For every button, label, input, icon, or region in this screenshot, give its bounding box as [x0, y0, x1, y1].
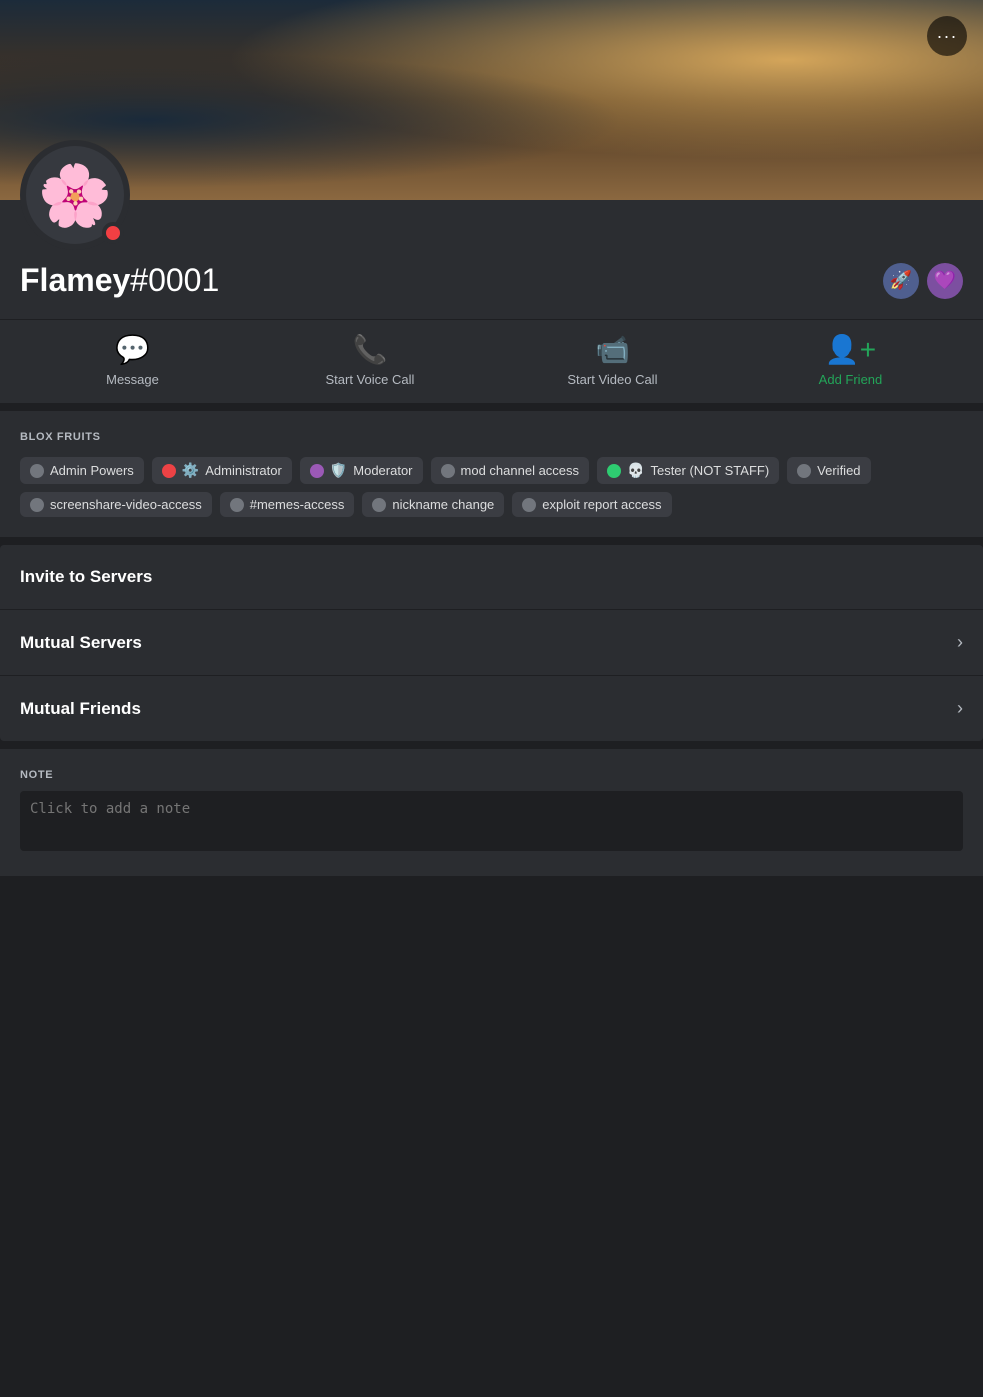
roles-section: BLOX FRUITS Admin Powers ⚙️ Administrato…	[0, 411, 983, 537]
more-options-button[interactable]: ···	[927, 16, 967, 56]
role-label: mod channel access	[461, 463, 580, 478]
profile-section: 🌸 Flamey#0001 🚀 💜	[0, 200, 983, 319]
note-input[interactable]	[20, 791, 963, 851]
add-friend-button[interactable]: 👤+ Add Friend	[810, 336, 890, 387]
role-emoji: 🛡️	[330, 462, 347, 479]
roles-grid: Admin Powers ⚙️ Administrator 🛡️ Moderat…	[20, 457, 963, 517]
video-call-icon: 📹	[595, 336, 630, 364]
username: Flamey#0001	[20, 262, 219, 299]
role-verified[interactable]: Verified	[787, 457, 870, 484]
role-mod-channel[interactable]: mod channel access	[431, 457, 590, 484]
chevron-right-icon: ›	[957, 632, 963, 653]
collapsible-section: Invite to Servers Mutual Servers › Mutua…	[0, 545, 983, 741]
role-nickname-change[interactable]: nickname change	[362, 492, 504, 517]
role-label: Admin Powers	[50, 463, 134, 478]
avatar-wrapper: 🌸	[20, 140, 130, 250]
role-dot	[797, 464, 811, 478]
role-label: Tester (NOT STAFF)	[650, 463, 769, 478]
banner-background	[0, 0, 983, 200]
add-friend-icon: 👤+	[825, 336, 876, 364]
mutual-servers-item[interactable]: Mutual Servers ›	[0, 610, 983, 676]
role-dot	[30, 498, 44, 512]
role-memes-access[interactable]: #memes-access	[220, 492, 355, 517]
role-dot	[372, 498, 386, 512]
message-label: Message	[106, 372, 159, 387]
role-exploit-report[interactable]: exploit report access	[512, 492, 671, 517]
role-dot	[607, 464, 621, 478]
profile-banner: ···	[0, 0, 983, 200]
message-icon: 💬	[115, 336, 150, 364]
invite-to-servers-label: Invite to Servers	[20, 567, 152, 587]
voice-call-button[interactable]: 📞 Start Voice Call	[326, 336, 415, 387]
role-emoji: ⚙️	[182, 462, 199, 479]
badges-row: 🚀 💜	[883, 263, 963, 299]
roles-title: BLOX FRUITS	[20, 431, 963, 443]
role-dot	[230, 498, 244, 512]
role-screenshare[interactable]: screenshare-video-access	[20, 492, 212, 517]
add-friend-label: Add Friend	[819, 372, 883, 387]
role-dot	[162, 464, 176, 478]
role-label: exploit report access	[542, 497, 661, 512]
mutual-servers-label: Mutual Servers	[20, 633, 142, 653]
mutual-friends-label: Mutual Friends	[20, 699, 141, 719]
note-title: NOTE	[20, 769, 963, 781]
status-indicator	[102, 222, 124, 244]
voice-call-label: Start Voice Call	[326, 372, 415, 387]
role-label: #memes-access	[250, 497, 345, 512]
role-label: Verified	[817, 463, 860, 478]
role-label: nickname change	[392, 497, 494, 512]
role-label: Administrator	[205, 463, 282, 478]
boost-badge: 💜	[927, 263, 963, 299]
nitro-badge: 🚀	[883, 263, 919, 299]
video-call-label: Start Video Call	[567, 372, 657, 387]
role-admin-powers[interactable]: Admin Powers	[20, 457, 144, 484]
voice-call-icon: 📞	[353, 336, 388, 364]
role-dot	[30, 464, 44, 478]
mutual-friends-item[interactable]: Mutual Friends ›	[0, 676, 983, 741]
role-moderator[interactable]: 🛡️ Moderator	[300, 457, 423, 484]
role-label: Moderator	[353, 463, 412, 478]
actions-section: 💬 Message 📞 Start Voice Call 📹 Start Vid…	[0, 320, 983, 403]
chevron-right-icon: ›	[957, 698, 963, 719]
message-button[interactable]: 💬 Message	[93, 336, 173, 387]
role-dot	[441, 464, 455, 478]
role-dot	[522, 498, 536, 512]
invite-to-servers-item[interactable]: Invite to Servers	[0, 545, 983, 610]
role-label: screenshare-video-access	[50, 497, 202, 512]
username-row: Flamey#0001 🚀 💜	[20, 262, 963, 299]
role-tester[interactable]: 💀 Tester (NOT STAFF)	[597, 457, 779, 484]
video-call-button[interactable]: 📹 Start Video Call	[567, 336, 657, 387]
role-administrator[interactable]: ⚙️ Administrator	[152, 457, 292, 484]
role-emoji: 💀	[627, 462, 644, 479]
role-dot	[310, 464, 324, 478]
note-section: NOTE	[0, 749, 983, 876]
